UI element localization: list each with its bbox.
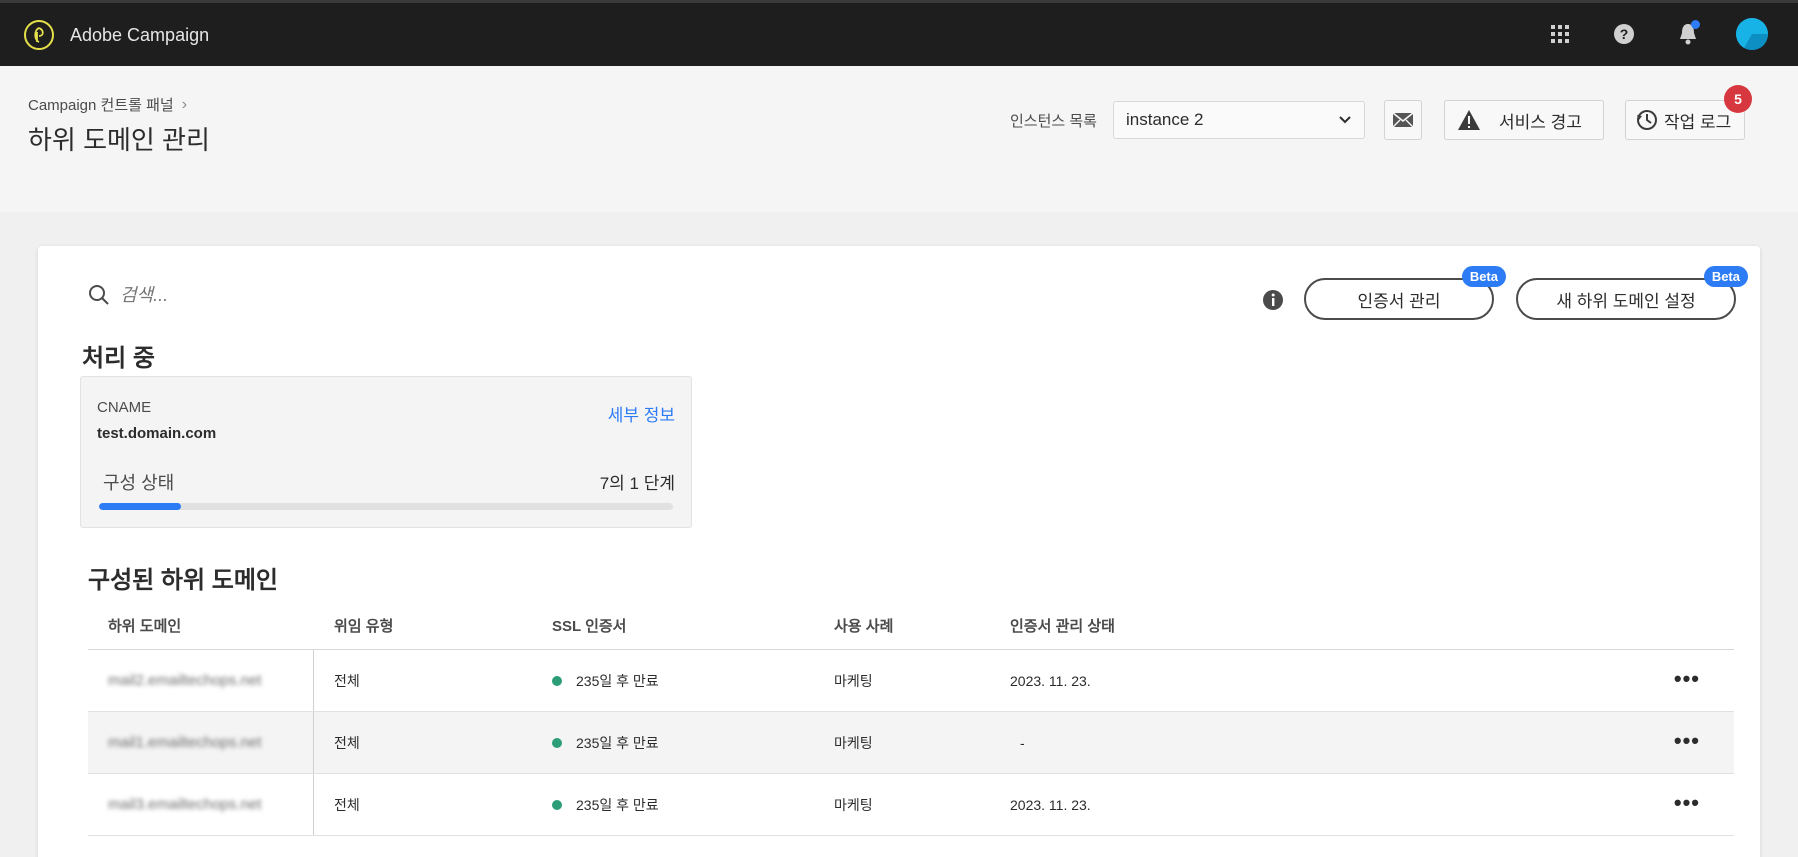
column-header-subdomain[interactable]: 하위 도메인 xyxy=(88,615,314,636)
email-settings-button[interactable] xyxy=(1384,100,1422,140)
breadcrumb-item[interactable]: Campaign 컨트롤 패널 xyxy=(28,94,174,115)
page-header: Campaign 컨트롤 패널 › 하위 도메인 관리 인스턴스 목록 inst… xyxy=(0,66,1798,212)
history-icon xyxy=(1637,110,1657,130)
new-subdomain-label: 새 하위 도메인 설정 xyxy=(1556,291,1696,311)
ssl-expiry: 235일 후 만료 xyxy=(576,796,659,813)
processing-domain: test.domain.com xyxy=(97,425,217,442)
subdomain-name[interactable]: mail3.emailtechops.net xyxy=(108,796,261,813)
instance-select-value: instance 2 xyxy=(1126,110,1204,129)
page-title: 하위 도메인 관리 xyxy=(28,125,210,155)
use-case: 마케팅 xyxy=(834,796,873,813)
chevron-right-icon: › xyxy=(181,95,188,113)
info-icon[interactable] xyxy=(1262,289,1284,316)
notifications-bell-icon[interactable] xyxy=(1672,18,1704,50)
configured-section-title: 구성된 하위 도메인 xyxy=(88,567,278,594)
more-actions-icon[interactable]: ••• xyxy=(1674,792,1700,814)
ssl-cell: 235일 후 만료 xyxy=(532,671,814,691)
processing-subdomain-card: CNAME test.domain.com 세부 정보 구성 상태 7의 1 단… xyxy=(80,376,692,528)
beta-badge: Beta xyxy=(1703,266,1748,287)
column-header-use-case[interactable]: 사용 사례 xyxy=(814,615,992,636)
user-avatar[interactable] xyxy=(1736,18,1768,50)
breadcrumb[interactable]: Campaign 컨트롤 패널 › xyxy=(28,94,187,115)
apps-grid-icon[interactable] xyxy=(1544,18,1576,50)
job-log-label: 작업 로그 xyxy=(1664,112,1732,132)
mail-icon xyxy=(1392,112,1414,128)
more-actions-icon[interactable]: ••• xyxy=(1674,730,1700,752)
status-dot-icon xyxy=(552,799,562,810)
processing-type: CNAME xyxy=(97,399,152,416)
subdomain-name[interactable]: mail1.emailtechops.net xyxy=(108,734,261,751)
delegation-type: 전체 xyxy=(334,796,360,813)
service-alerts-button[interactable]: 서비스 경고 xyxy=(1444,100,1604,140)
service-alerts-label: 서비스 경고 xyxy=(1499,112,1582,132)
cert-status: - xyxy=(1020,734,1025,751)
adobe-campaign-logo-icon xyxy=(24,20,54,50)
brand[interactable]: Adobe Campaign xyxy=(24,20,209,50)
configuration-progress-bar xyxy=(99,503,673,510)
configuration-status-label: 구성 상태 xyxy=(103,473,175,493)
beta-badge: Beta xyxy=(1461,266,1506,287)
subdomain-name[interactable]: mail2.emailtechops.net xyxy=(108,672,261,689)
ssl-cell: 235일 후 만료 xyxy=(532,795,814,815)
delegation-type: 전체 xyxy=(334,672,360,689)
status-dot-icon xyxy=(552,737,562,748)
column-header-delegation[interactable]: 위임 유형 xyxy=(314,615,532,636)
search-bar[interactable] xyxy=(88,284,420,306)
more-actions-icon[interactable]: ••• xyxy=(1674,668,1700,690)
warning-icon xyxy=(1458,110,1480,130)
job-log-button[interactable]: 작업 로그 5 xyxy=(1625,85,1752,140)
instance-select[interactable]: instance 2 xyxy=(1113,101,1365,139)
new-subdomain-button[interactable]: 새 하위 도메인 설정 Beta xyxy=(1516,266,1748,320)
chevron-down-icon xyxy=(1339,116,1351,124)
use-case: 마케팅 xyxy=(834,734,873,751)
table-row[interactable]: mail2.emailtechops.net 전체 235일 후 만료 마케팅 … xyxy=(88,650,1734,712)
use-case: 마케팅 xyxy=(834,672,873,689)
processing-section-title: 처리 중 xyxy=(82,345,155,372)
search-input[interactable] xyxy=(120,284,420,306)
ssl-expiry: 235일 후 만료 xyxy=(576,672,659,689)
instance-list-label: 인스턴스 목록 xyxy=(1010,113,1097,130)
app-name: Adobe Campaign xyxy=(70,24,210,45)
column-header-ssl[interactable]: SSL 인증서 xyxy=(532,615,814,636)
cert-status: 2023. 11. 23. xyxy=(1010,796,1091,813)
delegation-type: 전체 xyxy=(334,734,360,751)
subdomain-card: 인증서 관리 Beta 새 하위 도메인 설정 Beta 처리 중 CNAME … xyxy=(38,246,1760,857)
manage-certificates-label: 인증서 관리 xyxy=(1357,291,1441,311)
table-row[interactable]: mail1.emailtechops.net 전체 235일 후 만료 마케팅 … xyxy=(88,712,1734,774)
ssl-cell: 235일 후 만료 xyxy=(532,733,814,753)
cert-status: 2023. 11. 23. xyxy=(1010,672,1091,689)
job-log-count-badge: 5 xyxy=(1724,85,1752,113)
details-link[interactable]: 세부 정보 xyxy=(608,401,675,426)
table-header: 하위 도메인 위임 유형 SSL 인증서 사용 사례 인증서 관리 상태 xyxy=(88,602,1734,650)
progress-fill xyxy=(99,503,182,510)
manage-certificates-button[interactable]: 인증서 관리 Beta xyxy=(1304,266,1506,320)
configuration-step: 7의 1 단계 xyxy=(599,474,675,493)
table-row[interactable]: mail3.emailtechops.net 전체 235일 후 만료 마케팅 … xyxy=(88,774,1734,836)
column-header-cert-status[interactable]: 인증서 관리 상태 xyxy=(992,615,1734,636)
help-icon[interactable]: ? xyxy=(1608,18,1640,50)
status-dot-icon xyxy=(552,675,562,686)
svg-text:?: ? xyxy=(1620,26,1629,42)
ssl-expiry: 235일 후 만료 xyxy=(576,734,659,751)
top-navigation-bar: Adobe Campaign ? xyxy=(0,0,1798,66)
subdomain-table: 하위 도메인 위임 유형 SSL 인증서 사용 사례 인증서 관리 상태 mai… xyxy=(88,602,1734,836)
search-icon xyxy=(89,285,109,305)
notification-dot xyxy=(1691,20,1700,29)
